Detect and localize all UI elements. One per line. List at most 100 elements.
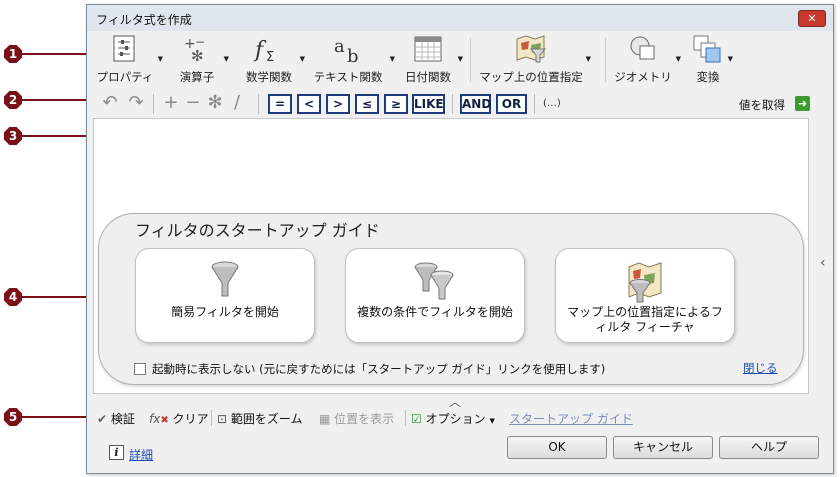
location-filter-card[interactable]: マップ上の位置指定によるフィルタ フィーチャ [555, 248, 735, 343]
toolbar-separator [534, 94, 535, 114]
ribbon-label: 変換 [696, 70, 720, 84]
map-funnel-icon [628, 262, 662, 303]
redo-icon[interactable]: ↷ [125, 93, 147, 113]
close-guide-link[interactable]: 閉じる [743, 360, 778, 376]
ribbon-math-functions[interactable]: f Σ ▼ 数学関数 [237, 32, 305, 88]
or-button[interactable]: OR [496, 94, 527, 114]
toolbar-separator [258, 94, 259, 114]
location-icon: ▦ [319, 412, 331, 426]
multi-funnel-icon [414, 262, 454, 300]
clear-label: クリア [172, 412, 209, 426]
callout-number: 5 [4, 408, 22, 426]
chevron-down-icon: ▼ [157, 55, 163, 63]
ribbon-separator [470, 38, 471, 82]
ribbon-label: 数学関数 [246, 70, 292, 84]
greater-or-equal-button[interactable]: ≥ [384, 94, 408, 114]
chevron-down-icon: ▼ [299, 55, 305, 63]
start-simple-filter-card[interactable]: 簡易フィルタを開始 [135, 248, 315, 343]
options-label: オプション [425, 412, 486, 426]
startup-guide-title: フィルタのスタートアップ ガイド [135, 221, 380, 240]
ribbon-text-functions[interactable]: a b ▼ テキスト関数 [309, 32, 395, 88]
ribbon-operators[interactable]: + − ✻ ▼ 演算子 [169, 32, 229, 88]
clear-button[interactable]: fx✖ クリア [149, 410, 209, 427]
x-icon: ✖ [160, 415, 169, 426]
svg-text:f: f [253, 38, 267, 63]
transform-icon [693, 35, 721, 63]
svg-text:a: a [334, 36, 345, 57]
chevron-down-icon: ▼ [675, 55, 681, 63]
greater-than-button[interactable]: > [326, 94, 350, 114]
divide-icon[interactable]: ∕ [227, 93, 247, 113]
add-icon[interactable]: + [161, 93, 181, 113]
like-button[interactable]: LIKE [412, 94, 445, 114]
callout-line [21, 53, 88, 55]
funnel-icon [211, 261, 239, 297]
chevron-down-icon: ▼ [457, 55, 463, 63]
equals-button[interactable]: = [268, 94, 292, 114]
window-title: フィルタ式を作成 [96, 13, 192, 27]
callout-number: 1 [4, 45, 22, 63]
svg-text:b: b [347, 46, 359, 63]
help-button[interactable]: ヘルプ [719, 436, 819, 459]
ribbon-date-functions[interactable]: ▼ 日付関数 [397, 32, 463, 88]
startup-guide-link[interactable]: スタートアップ ガイド [509, 410, 633, 427]
parentheses-button[interactable]: (…) [543, 98, 561, 109]
date-function-icon [414, 36, 442, 62]
ribbon-transform[interactable]: ▼ 変換 [685, 32, 733, 88]
dont-show-checkbox[interactable] [134, 363, 146, 375]
and-button[interactable]: AND [460, 94, 491, 114]
show-location-label: 位置を表示 [334, 412, 395, 426]
checkbox-icon: ☑ [411, 412, 422, 426]
ribbon-label: マップ上の位置指定 [479, 70, 583, 84]
callout-1: 1 [4, 45, 92, 63]
text-function-icon: a b [334, 36, 359, 63]
info-icon: i [109, 445, 124, 460]
ribbon-label: 演算子 [179, 70, 215, 84]
arrow-right-icon[interactable]: ➜ [795, 96, 810, 111]
get-value-button[interactable]: 値を取得 [739, 97, 785, 113]
chevron-down-icon: ▼ [585, 55, 591, 63]
callout-number: 3 [4, 127, 22, 145]
dont-show-checkbox-row[interactable]: 起動時に表示しない (元に戻すためには「スタートアップ ガイド」リンクを使用しま… [134, 361, 605, 377]
callout-number: 4 [4, 288, 22, 306]
ribbon-toolbar: ▼ プロパティ + − ✻ ▼ 演算子 f Σ ▼ 数学関数 a b ▼ テキス… [87, 32, 833, 88]
svg-text:Σ: Σ [266, 50, 274, 63]
chevron-down-icon: ▼ [223, 55, 229, 63]
ribbon-label: ジオメトリ [614, 70, 672, 84]
ribbon-map-location[interactable]: ▼ マップ上の位置指定 [475, 32, 591, 88]
chevron-left-icon[interactable]: ‹ [820, 255, 826, 271]
callout-line [21, 416, 88, 418]
ok-button[interactable]: OK [507, 436, 607, 459]
card-label: マップ上の位置指定によるフィルタ フィーチャ [567, 305, 723, 334]
zoom-extent-label: 範囲をズーム [230, 412, 303, 426]
chevron-down-icon: ▼ [489, 417, 495, 425]
callout-5: 5 [4, 408, 92, 426]
ribbon-geometry[interactable]: ▼ ジオメトリ [611, 32, 681, 88]
toolbar-separator [153, 94, 154, 114]
validate-button[interactable]: ✔ 検証 [97, 410, 135, 427]
subtract-icon[interactable]: − [183, 93, 203, 113]
toolbar-separator [452, 94, 453, 114]
dont-show-label: 起動時に表示しない (元に戻すためには「スタートアップ ガイド」リンクを使用しま… [152, 362, 606, 376]
cancel-button[interactable]: キャンセル [613, 436, 713, 459]
operators-icon: + − ✻ [184, 35, 205, 63]
bottom-toolbar: ✔ 検証 fx✖ クリア ⊡ 範囲をズーム ▦ 位置を表示 ☑ オプション ▼ … [87, 407, 833, 429]
less-than-button[interactable]: < [297, 94, 321, 114]
ribbon-properties[interactable]: ▼ プロパティ [91, 32, 163, 88]
less-or-equal-button[interactable]: ≤ [355, 94, 379, 114]
map-location-icon [516, 35, 547, 63]
operator-toolbar: ↶ ↷ + − ✻ ∕ = < > ≤ ≥ LIKE AND OR (…) 値を… [87, 89, 833, 118]
close-button[interactable]: ✕ [798, 10, 826, 27]
details-link[interactable]: 詳細 [129, 446, 153, 463]
options-button[interactable]: ☑ オプション ▼ [411, 410, 495, 427]
validate-label: 検証 [110, 412, 135, 426]
geometry-icon [630, 36, 655, 60]
callout-line [21, 99, 88, 101]
start-multi-condition-filter-card[interactable]: 複数の条件でフィルタを開始 [345, 248, 525, 343]
undo-icon[interactable]: ↶ [99, 93, 121, 113]
filter-expression-dialog: フィルタ式を作成 ✕ ▼ プロパティ + − ✻ ▼ 演算子 f Σ ▼ 数学関… [86, 4, 834, 474]
multiply-icon[interactable]: ✻ [205, 93, 225, 113]
zoom-icon: ⊡ [217, 412, 228, 426]
show-location-button[interactable]: ▦ 位置を表示 [319, 410, 394, 427]
zoom-extent-button[interactable]: ⊡ 範囲をズーム [217, 410, 303, 427]
